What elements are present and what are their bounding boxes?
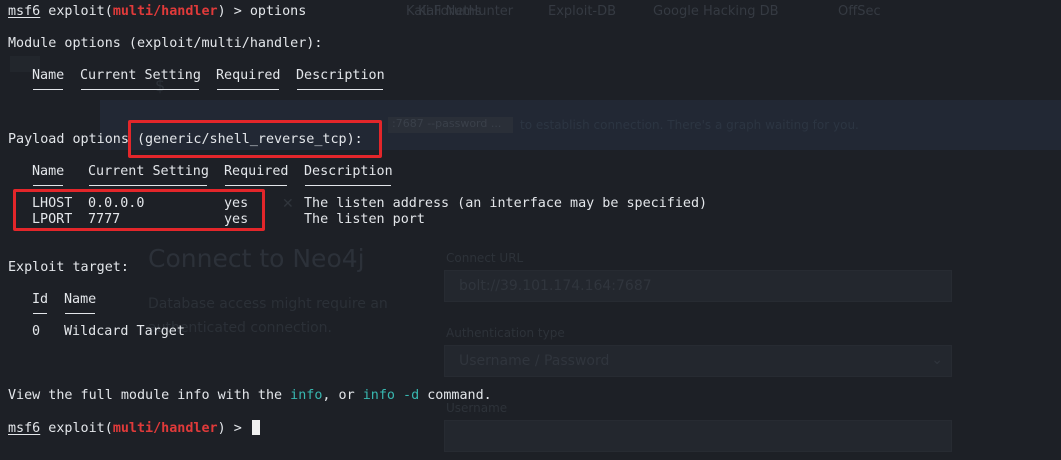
payload-header-name: Name [32,164,65,179]
divider [33,89,63,90]
prompt-exploit-close: ) > [217,421,250,436]
prompt-exploit-close: ) > [217,4,250,19]
prompt-module: multi/handler [112,4,218,19]
module-header-required: Required [216,68,281,83]
lhost-description: The listen address (an interface may be … [304,196,708,211]
divider [81,89,199,90]
payload-header-setting: Current Setting [88,164,209,179]
terminal[interactable]: msf6 exploit(multi/handler) > options Mo… [0,0,1061,460]
info-cmd: info [290,388,323,403]
lport-description: The listen port [304,212,425,227]
info-d-cmd: info -d [362,388,420,403]
payload-header-required: Required [224,164,289,179]
module-header-name: Name [32,68,65,83]
module-header-setting: Current Setting [80,68,201,83]
prompt-msf: msf6 [8,421,41,436]
divider [65,313,95,314]
divider [217,89,279,90]
info-middle: , or [322,388,363,403]
module-options-title: Module options (exploit/multi/handler): [8,36,323,51]
prompt-exploit-open: exploit( [40,4,113,19]
exploit-target-title: Exploit target: [8,260,129,275]
payload-header-description: Description [304,164,393,179]
target-header-id: Id [32,292,49,307]
highlight-payload-name [128,120,382,158]
prompt-command: options [249,4,307,19]
payload-title-prefix: Payload options [8,132,137,147]
prompt-line-2[interactable]: msf6 exploit(multi/handler) > [8,420,260,437]
module-header-description: Description [296,68,385,83]
info-line: View the full module info with the info,… [8,388,492,404]
info-prefix: View the full module info with the [8,388,291,403]
target-name: Wildcard Target [64,324,185,339]
divider [33,185,63,186]
terminal-cursor [251,420,260,435]
highlight-lhost-lport [13,189,265,231]
divider [305,185,391,186]
target-id: 0 [32,324,41,339]
prompt-line-1: msf6 exploit(multi/handler) > options [8,4,306,20]
prompt-exploit-open: exploit( [40,421,113,436]
prompt-msf: msf6 [8,4,41,19]
target-header-name: Name [64,292,97,307]
divider [33,313,47,314]
divider [89,185,207,186]
prompt-module: multi/handler [112,421,218,436]
divider [297,89,383,90]
info-suffix: command. [419,388,492,403]
divider [225,185,287,186]
